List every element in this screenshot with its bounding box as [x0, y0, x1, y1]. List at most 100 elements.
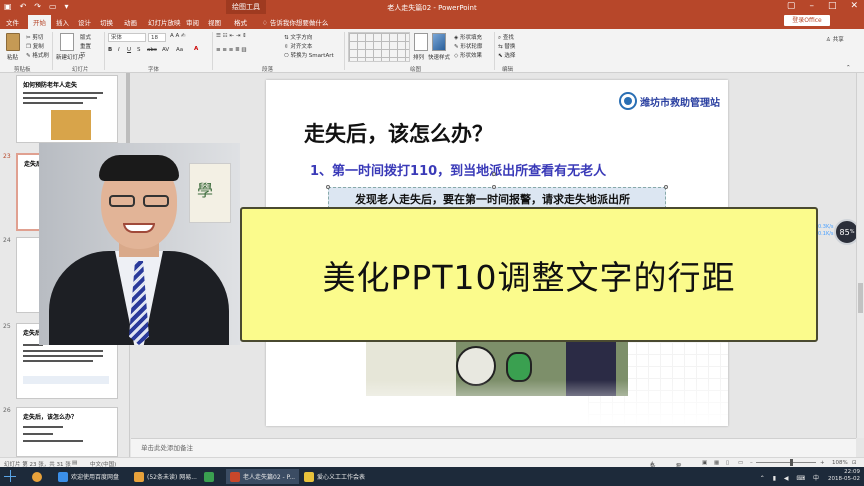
- text-direction-button[interactable]: ⇅ 文字方向: [284, 33, 312, 41]
- presenter-video: 學: [39, 143, 240, 345]
- resize-handle[interactable]: [492, 185, 496, 189]
- lesson-title-banner: 美化PPT10调整文字的行距: [240, 207, 818, 342]
- slide-thumbnail[interactable]: 如何预防老年人走失: [16, 75, 118, 143]
- copy-button[interactable]: ❐ 复制: [26, 42, 44, 50]
- zoom-out-icon[interactable]: –: [750, 460, 753, 466]
- grow-font-icon[interactable]: A A ✍: [170, 33, 186, 39]
- strikethrough-icon[interactable]: abc: [147, 47, 157, 53]
- taskbar-app[interactable]: (52条未读) 网易...: [130, 469, 201, 484]
- status-bar: 幻灯片 第 23 张，共 31 张 ▤ 中文(中国) ≙ 备注 ▭ 批注 ▣ ▦…: [0, 457, 864, 478]
- paste-icon[interactable]: [6, 33, 20, 51]
- thumbnail-text-line: [23, 440, 83, 442]
- close-icon[interactable]: ✕: [850, 1, 858, 11]
- normal-view-icon[interactable]: ▣: [702, 460, 707, 466]
- slide-title[interactable]: 走失后，该怎么办？: [304, 118, 493, 148]
- italic-icon[interactable]: I: [118, 47, 120, 53]
- arrange-button[interactable]: 排列: [413, 53, 424, 61]
- taskbar-app-powerpoint[interactable]: 老人走失篇02 - P...: [226, 469, 300, 484]
- zoom-level[interactable]: 108%: [832, 460, 848, 466]
- notes-pane[interactable]: 单击此处添加备注: [131, 438, 856, 457]
- align-text-button[interactable]: ⇳ 对齐文本: [284, 42, 312, 50]
- slideshow-view-icon[interactable]: ▭: [738, 460, 743, 466]
- format-painter-button[interactable]: ✎ 格式刷: [26, 51, 49, 59]
- minimize-icon[interactable]: –: [809, 1, 814, 11]
- zoom-slider[interactable]: [756, 462, 816, 463]
- paste-button[interactable]: 粘贴: [7, 53, 18, 61]
- group-label-editing: 编辑: [502, 67, 514, 73]
- scissors-icon: ✂: [26, 35, 31, 41]
- download-speed: 0.1K/s: [818, 231, 834, 237]
- selected-textbox[interactable]: 发现老人走失后，要在第一时间报警，请求走失地派出所: [328, 187, 666, 209]
- tab-transitions[interactable]: 切换: [100, 17, 113, 27]
- align-icons[interactable]: ≡ ≡ ≡ ≣ ▥: [216, 47, 247, 53]
- font-color-icon[interactable]: A: [194, 46, 198, 52]
- shadow-icon[interactable]: S: [137, 47, 141, 53]
- thumbnails-scrollbar[interactable]: [126, 73, 130, 143]
- tab-design[interactable]: 设计: [78, 17, 91, 27]
- shape-effects-button[interactable]: ◇ 形状效果: [454, 51, 482, 59]
- change-case-icon[interactable]: Aa: [176, 47, 183, 53]
- taskbar-app[interactable]: [200, 469, 221, 484]
- tab-review[interactable]: 审阅: [186, 17, 199, 27]
- resize-handle[interactable]: [664, 185, 668, 189]
- windows-start-icon[interactable]: [4, 470, 16, 482]
- rotate-handle[interactable]: [492, 172, 496, 176]
- reading-view-icon[interactable]: ▯: [726, 460, 729, 466]
- sorter-view-icon[interactable]: ▦: [714, 460, 719, 466]
- tab-format[interactable]: 格式: [234, 17, 247, 27]
- select-button[interactable]: ⬉ 选择: [498, 51, 515, 59]
- clock-date: 2018-05-02: [828, 476, 860, 482]
- tab-insert[interactable]: 插入: [56, 17, 69, 27]
- tab-slideshow[interactable]: 幻灯片放映: [148, 17, 181, 27]
- slide-scrollbar[interactable]: [856, 73, 864, 438]
- collapse-ribbon-icon[interactable]: ⌃: [846, 65, 851, 71]
- tab-home[interactable]: 开始: [28, 15, 51, 29]
- ribbon-display-icon[interactable]: ▢: [787, 1, 796, 11]
- tell-me-search[interactable]: ♢ 告诉我你想要做什么: [262, 17, 328, 27]
- cut-button[interactable]: ✂ 剪切: [26, 33, 43, 41]
- shapes-gallery[interactable]: [348, 32, 410, 62]
- ribbon-separator: [52, 32, 53, 70]
- slide-step-text[interactable]: 1、第一时间拨打110，到当地派出所查看有无老人: [310, 160, 606, 179]
- slide-thumbnail[interactable]: 走失后，该怎么办？: [16, 407, 118, 457]
- zoom-slider-knob[interactable]: [790, 459, 793, 466]
- section-button[interactable]: 节: [80, 51, 86, 59]
- presenter-mouth: [123, 223, 155, 233]
- system-tray-icons[interactable]: ⌃ ▮ ◀ ⌨ 中: [760, 473, 822, 482]
- shape-fill-button[interactable]: ◈ 形状填充: [454, 33, 482, 41]
- taskbar-app[interactable]: 欢迎使用百度网盘: [54, 469, 123, 484]
- reset-button[interactable]: 重置: [80, 42, 91, 50]
- fit-slide-icon[interactable]: ⊡: [852, 460, 857, 466]
- taskbar-app[interactable]: 爱心义工工作会表: [300, 469, 369, 484]
- taskbar-app-browser[interactable]: [28, 469, 46, 484]
- spellcheck-icon[interactable]: ▤: [72, 460, 77, 466]
- login-button[interactable]: 登录Office: [784, 15, 830, 26]
- bold-icon[interactable]: B: [108, 47, 112, 53]
- quick-styles-icon[interactable]: [432, 33, 446, 51]
- app-icon: [134, 471, 144, 482]
- bullets-icon[interactable]: ☰ ☷ ⇤ ⇥ ⇕: [216, 33, 247, 39]
- find-button[interactable]: ⌕ 查找: [498, 33, 514, 42]
- tab-view[interactable]: 视图: [208, 17, 221, 27]
- shape-outline-button[interactable]: ✎ 形状轮廓: [454, 42, 482, 50]
- new-slide-icon[interactable]: [60, 33, 74, 51]
- underline-icon[interactable]: U: [127, 47, 131, 53]
- font-name-select[interactable]: 宋体: [108, 33, 146, 42]
- tab-file[interactable]: 文件: [6, 17, 19, 27]
- zoom-in-icon[interactable]: +: [820, 460, 825, 466]
- quick-styles-button[interactable]: 快速样式: [428, 53, 450, 61]
- smartart-button[interactable]: ⎔ 转换为 SmartArt: [284, 51, 334, 59]
- resize-handle[interactable]: [326, 185, 330, 189]
- share-button[interactable]: ♙ 共享: [826, 35, 844, 43]
- group-label-font: 字体: [148, 67, 160, 73]
- thumbnail-text-line: [23, 350, 103, 352]
- char-spacing-icon[interactable]: AV: [162, 47, 169, 53]
- clock[interactable]: 22:09 2018-05-02: [828, 469, 860, 483]
- maximize-icon[interactable]: □: [828, 1, 837, 11]
- scrollbar-thumb[interactable]: [858, 283, 863, 313]
- tab-animations[interactable]: 动画: [124, 17, 137, 27]
- layout-button[interactable]: 版式: [80, 33, 91, 41]
- arrange-icon[interactable]: [414, 33, 428, 51]
- font-size-select[interactable]: 18: [148, 33, 166, 42]
- replace-button[interactable]: ⇆ 替换: [498, 42, 515, 50]
